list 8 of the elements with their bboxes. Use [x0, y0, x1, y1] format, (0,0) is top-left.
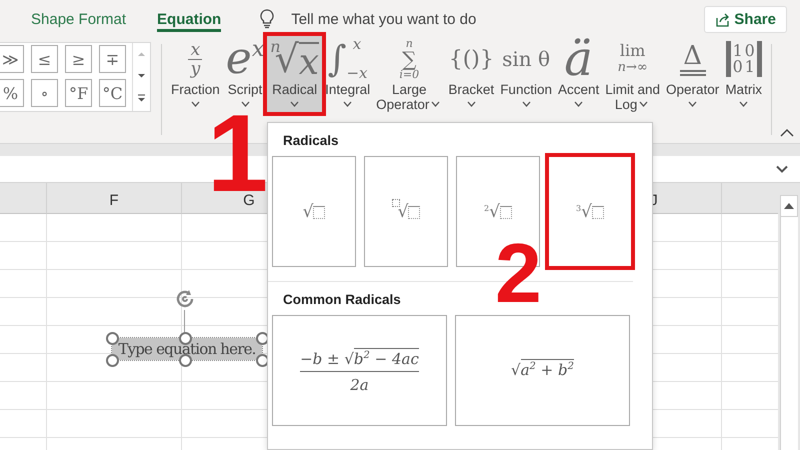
math-symbol: {()} [448, 46, 494, 74]
section-heading: Common Radicals [282, 291, 402, 309]
section-heading: Radicals [282, 132, 340, 150]
math-symbol: ä [564, 36, 593, 82]
math-symbol: n ∑ i=0 [399, 36, 420, 82]
math-symbol: lim n→∞ [618, 40, 648, 77]
math-symbol: sin θ [502, 46, 550, 73]
equation-placeholder: Type equation here. [118, 340, 256, 358]
